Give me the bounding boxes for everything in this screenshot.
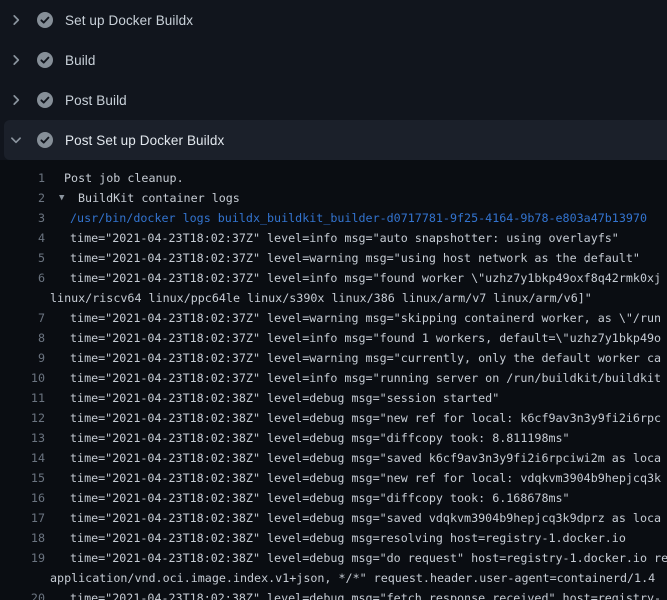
log-line-number[interactable]: 1 — [0, 168, 45, 188]
chevron-right-icon — [8, 12, 24, 28]
log-line: 19 time="2021-04-23T18:02:38Z" level=deb… — [0, 548, 667, 568]
log-line: 3 /usr/bin/docker logs buildx_buildkit_b… — [0, 208, 667, 228]
log-line-text: Post job cleanup. — [64, 168, 184, 188]
log-line: 14 time="2021-04-23T18:02:38Z" level=deb… — [0, 448, 667, 468]
log-line-text: time="2021-04-23T18:02:37Z" level=warnin… — [70, 308, 661, 328]
step-row[interactable]: Build — [0, 40, 667, 80]
log-line-text: time="2021-04-23T18:02:38Z" level=debug … — [70, 508, 661, 528]
step-row[interactable]: Post Build — [0, 80, 667, 120]
log-line: 8 time="2021-04-23T18:02:37Z" level=info… — [0, 328, 667, 348]
log-line: 20 time="2021-04-23T18:02:38Z" level=deb… — [0, 588, 667, 600]
chevron-down-icon — [8, 132, 24, 148]
log-line: 11 time="2021-04-23T18:02:38Z" level=deb… — [0, 388, 667, 408]
log-line: 15 time="2021-04-23T18:02:38Z" level=deb… — [0, 468, 667, 488]
log-line-text: application/vnd.oci.image.index.v1+json,… — [50, 568, 655, 588]
log-line: 10 time="2021-04-23T18:02:37Z" level=inf… — [0, 368, 667, 388]
chevron-right-icon — [8, 92, 24, 108]
log-line-text: /usr/bin/docker logs buildx_buildkit_bui… — [70, 208, 647, 228]
log-line-text: time="2021-04-23T18:02:38Z" level=debug … — [70, 388, 499, 408]
step-row[interactable]: Set up Docker Buildx — [0, 0, 667, 40]
log-line: 17 time="2021-04-23T18:02:38Z" level=deb… — [0, 508, 667, 528]
log-line-text: linux/riscv64 linux/ppc64le linux/s390x … — [50, 288, 592, 308]
log-line: 13 time="2021-04-23T18:02:38Z" level=deb… — [0, 428, 667, 448]
log-line: linux/riscv64 linux/ppc64le linux/s390x … — [0, 288, 667, 308]
log-line-text: time="2021-04-23T18:02:37Z" level=info m… — [70, 328, 661, 348]
log-line: 2 ▼ BuildKit container logs — [0, 188, 667, 208]
step-label: Post Build — [65, 93, 127, 108]
log-line-number[interactable]: 12 — [0, 408, 45, 428]
log-line: 5 time="2021-04-23T18:02:37Z" level=warn… — [0, 248, 667, 268]
log-line-number[interactable]: 2 — [0, 188, 45, 208]
log-line-number[interactable]: 15 — [0, 468, 45, 488]
actions-log-viewer: Set up Docker Buildx Build Post Build Po… — [0, 0, 667, 600]
log-line: 1 Post job cleanup. — [0, 168, 667, 188]
log-output: 1 Post job cleanup. 2 ▼ BuildKit contain… — [0, 160, 667, 600]
step-label: Post Set up Docker Buildx — [65, 133, 224, 148]
log-line-number[interactable]: 19 — [0, 548, 45, 568]
log-line-text: time="2021-04-23T18:02:38Z" level=debug … — [70, 528, 626, 548]
log-line-number[interactable]: 17 — [0, 508, 45, 528]
log-line-text: time="2021-04-23T18:02:37Z" level=warnin… — [70, 348, 661, 368]
chevron-right-icon — [8, 52, 24, 68]
log-line-number[interactable]: 3 — [0, 208, 45, 228]
log-line: application/vnd.oci.image.index.v1+json,… — [0, 568, 667, 588]
triangle-down-icon[interactable]: ▼ — [59, 188, 64, 208]
log-line-number[interactable]: 13 — [0, 428, 45, 448]
log-line-text: time="2021-04-23T18:02:38Z" level=debug … — [70, 408, 661, 428]
log-line: 12 time="2021-04-23T18:02:38Z" level=deb… — [0, 408, 667, 428]
log-line-text: time="2021-04-23T18:02:38Z" level=debug … — [70, 428, 570, 448]
log-line-text: time="2021-04-23T18:02:37Z" level=info m… — [70, 368, 661, 388]
step-label: Set up Docker Buildx — [65, 13, 193, 28]
log-line-number[interactable]: 11 — [0, 388, 45, 408]
check-circle-icon — [36, 91, 54, 109]
log-line-text: time="2021-04-23T18:02:38Z" level=debug … — [70, 548, 667, 568]
log-line-text: time="2021-04-23T18:02:38Z" level=debug … — [70, 468, 661, 488]
log-line-number[interactable]: 7 — [0, 308, 45, 328]
step-list: Set up Docker Buildx Build Post Build Po… — [0, 0, 667, 160]
log-line: 7 time="2021-04-23T18:02:37Z" level=warn… — [0, 308, 667, 328]
check-circle-icon — [36, 11, 54, 29]
log-line-number[interactable]: 20 — [0, 588, 45, 600]
log-line-text: time="2021-04-23T18:02:38Z" level=debug … — [70, 448, 661, 468]
log-line-text: time="2021-04-23T18:02:38Z" level=debug … — [70, 588, 661, 600]
log-line: 4 time="2021-04-23T18:02:37Z" level=info… — [0, 228, 667, 248]
log-line-text: time="2021-04-23T18:02:37Z" level=warnin… — [70, 248, 640, 268]
log-line-number[interactable]: 10 — [0, 368, 45, 388]
step-row[interactable]: Post Set up Docker Buildx — [4, 120, 667, 160]
log-line-number[interactable]: 8 — [0, 328, 45, 348]
log-line-text: BuildKit container logs — [78, 188, 240, 208]
log-line: 9 time="2021-04-23T18:02:37Z" level=warn… — [0, 348, 667, 368]
log-line: 16 time="2021-04-23T18:02:38Z" level=deb… — [0, 488, 667, 508]
check-circle-icon — [36, 131, 54, 149]
log-line-number[interactable]: 5 — [0, 248, 45, 268]
log-line-number[interactable]: 16 — [0, 488, 45, 508]
step-label: Build — [65, 53, 96, 68]
log-line: 18 time="2021-04-23T18:02:38Z" level=deb… — [0, 528, 667, 548]
log-line-number[interactable]: 4 — [0, 228, 45, 248]
log-line-number[interactable]: 14 — [0, 448, 45, 468]
log-line-text: time="2021-04-23T18:02:38Z" level=debug … — [70, 488, 570, 508]
log-line: 6 time="2021-04-23T18:02:37Z" level=info… — [0, 268, 667, 288]
log-line-text: time="2021-04-23T18:02:37Z" level=info m… — [70, 228, 619, 248]
check-circle-icon — [36, 51, 54, 69]
log-line-number[interactable]: 18 — [0, 528, 45, 548]
log-line-number[interactable]: 6 — [0, 268, 45, 288]
log-line-text: time="2021-04-23T18:02:37Z" level=info m… — [70, 268, 661, 288]
log-line-number[interactable]: 9 — [0, 348, 45, 368]
